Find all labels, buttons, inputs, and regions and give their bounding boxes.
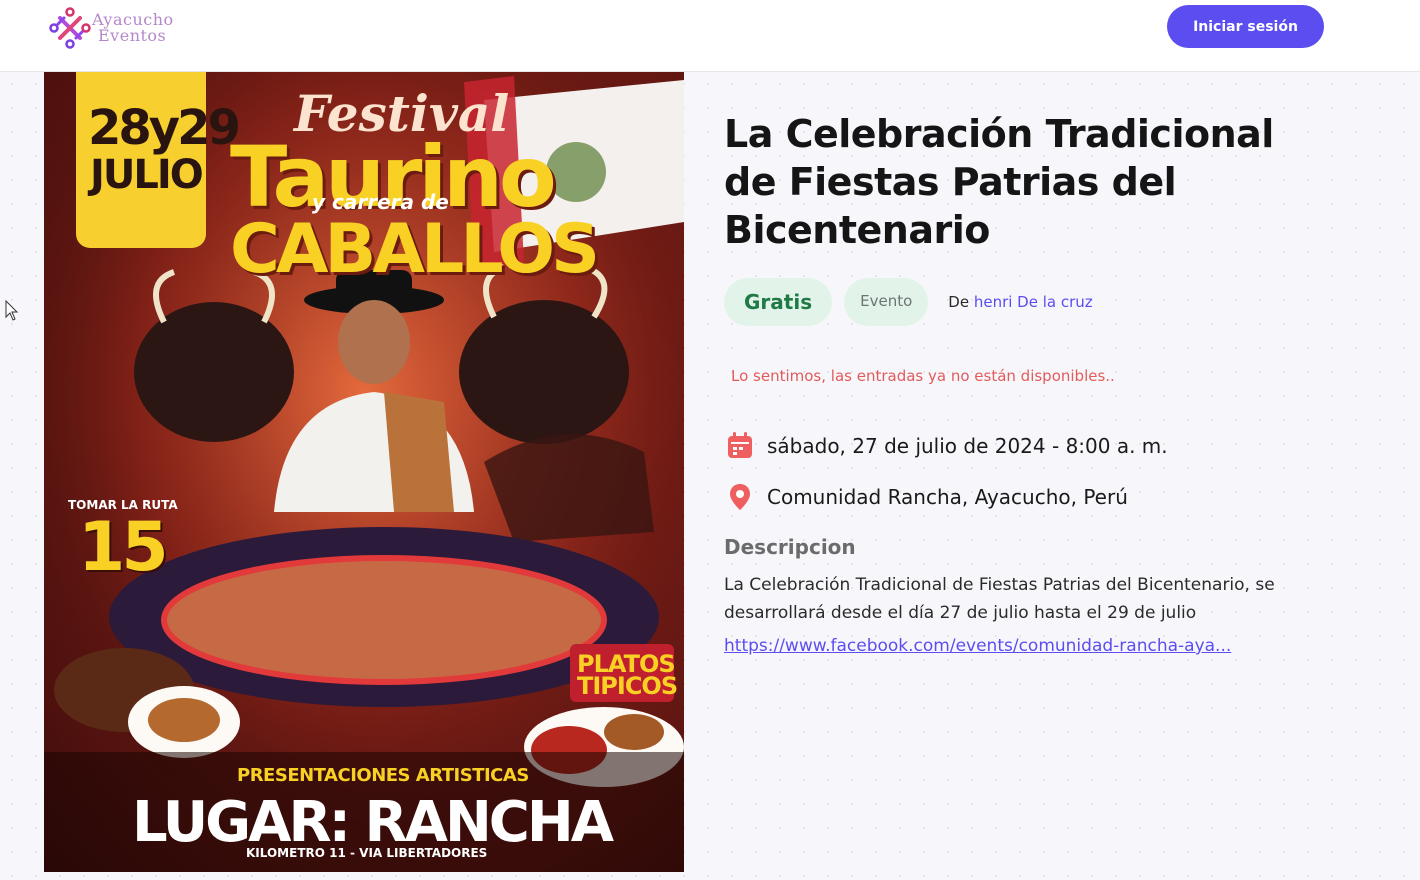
description-heading: Descripcion [724,535,856,559]
event-poster-image: 28y29 JULIO Festival Taurino y carrera d… [44,72,684,872]
event-location: Comunidad Rancha, Ayacucho, Perú [767,485,1128,509]
price-badge: Gratis [724,278,833,326]
cursor-icon [5,300,19,321]
login-button[interactable]: Iniciar sesión [1167,5,1324,48]
poster-date-days: 28y29 [88,100,241,156]
event-details: La Celebración Tradicional de Fiestas Pa… [724,110,1304,254]
event-title: La Celebración Tradicional de Fiestas Pa… [724,112,1274,252]
event-type-badge: Evento [844,278,929,326]
event-meta-row: Gratis Evento De henri De la cruz [724,278,1093,326]
author-line: De henri De la cruz [948,293,1092,311]
poster-caballos: CABALLOS [230,210,600,289]
poster-date-month: JULIO [90,152,204,198]
poster-ruta-number: 15 [78,508,169,587]
site-logo[interactable]: Ayacucho Eventos [46,4,174,52]
event-location-row: Comunidad Rancha, Ayacucho, Perú [724,481,1128,513]
logo-wordmark: Ayacucho Eventos [92,12,174,44]
logo-line-2: Eventos [98,26,167,45]
event-date-row: sábado, 27 de julio de 2024 - 8:00 a. m. [724,430,1168,462]
calendar-icon [728,432,752,458]
soldout-message: Lo sentimos, las entradas ya no están di… [731,367,1115,385]
poster-platos-line2: TIPICOS [577,672,678,700]
author-prefix: De [948,293,970,311]
poster-presentaciones: PRESENTACIONES ARTISTICAS [237,765,529,786]
description-link[interactable]: https://www.facebook.com/events/comunida… [724,636,1284,656]
logo-mark-icon [49,7,91,49]
event-datetime: sábado, 27 de julio de 2024 - 8:00 a. m. [767,434,1168,458]
description-text: La Celebración Tradicional de Fiestas Pa… [724,575,1275,623]
map-pin-icon [730,484,750,510]
top-navbar: Ayacucho Eventos Iniciar sesión [0,0,1420,72]
poster-kilometro: KILOMETRO 11 - VIA LIBERTADORES [246,846,488,860]
author-link[interactable]: henri De la cruz [974,293,1093,311]
